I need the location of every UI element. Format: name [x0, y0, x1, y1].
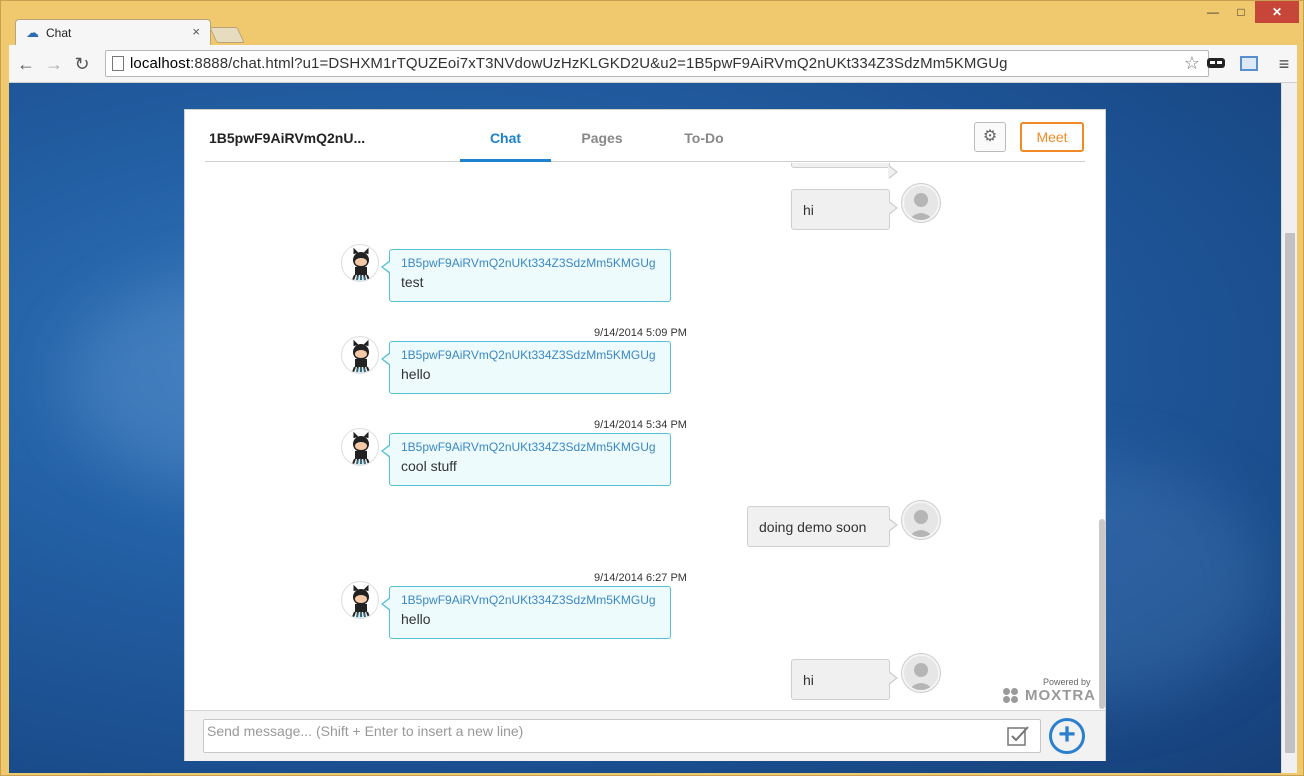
menu-icon[interactable]: ≡ [1273, 54, 1295, 74]
sender-name[interactable]: 1B5pwF9AiRVmQ2nUKt334Z3SdzMm5KMGUg [401, 256, 656, 270]
message-list[interactable]: hi 1B5pwF9AiRVmQ2nUKt334Z3SdzMm5KMGUg te… [185, 163, 1107, 709]
window-controls: — □ ✕ [1199, 1, 1299, 23]
chat-panel: 1B5pwF9AiRVmQ2nU... Chat Pages To-Do ⚙ M… [184, 109, 1106, 761]
message-bubble-in: 1B5pwF9AiRVmQ2nUKt334Z3SdzMm5KMGUg test [381, 249, 671, 302]
url-text[interactable]: localhost:8888/chat.html?u1=DSHXM1rTQUZE… [130, 55, 1008, 72]
message-text: hi [803, 202, 814, 218]
tab-strip: ☁ Chat × — □ ✕ [1, 1, 1304, 46]
octocat-avatar [341, 336, 379, 374]
reload-icon[interactable]: ↻ [71, 53, 93, 75]
message-bubble-out: hi [791, 659, 898, 700]
chat-header: 1B5pwF9AiRVmQ2nU... Chat Pages To-Do ⚙ M… [205, 110, 1085, 162]
todo-checkbox-icon[interactable] [1006, 725, 1030, 747]
message-bubble-out: doing demo soon [747, 506, 898, 547]
window-extension-icon[interactable] [1239, 54, 1261, 74]
message-timestamp: 9/14/2014 5:34 PM [594, 419, 687, 431]
octocat-avatar [341, 428, 379, 466]
message-timestamp: 9/14/2014 5:09 PM [594, 327, 687, 339]
page-scrollbar[interactable] [1281, 83, 1297, 773]
octocat-avatar [341, 244, 379, 282]
page-scrollbar-thumb[interactable] [1285, 233, 1295, 753]
message-text: hi [803, 672, 814, 688]
message-bubble-in: 1B5pwF9AiRVmQ2nUKt334Z3SdzMm5KMGUg hello [381, 341, 671, 394]
message-composer: Send message... (Shift + Enter to insert… [185, 710, 1105, 761]
maximize-button[interactable]: □ [1227, 1, 1255, 23]
message-bubble-partial [791, 163, 898, 179]
user-avatar [902, 501, 940, 539]
browser-toolbar: ← → ↻ localhost:8888/chat.html?u1=DSHXM1… [9, 45, 1297, 83]
incognito-extension-icon[interactable] [1205, 54, 1227, 74]
minimize-button[interactable]: — [1199, 1, 1227, 23]
meet-button[interactable]: Meet [1020, 122, 1084, 152]
tab-title: Chat [46, 26, 72, 40]
message-input[interactable]: Send message... (Shift + Enter to insert… [203, 719, 1041, 753]
tab-pages[interactable]: Pages [565, 130, 639, 162]
close-window-button[interactable]: ✕ [1255, 1, 1299, 23]
message-input-placeholder: Send message... (Shift + Enter to insert… [207, 723, 524, 739]
add-attachment-button[interactable]: + [1049, 718, 1085, 754]
address-bar[interactable]: localhost:8888/chat.html?u1=DSHXM1rTQUZE… [105, 50, 1209, 77]
chat-favicon-icon: ☁ [26, 25, 39, 40]
tab-close-icon[interactable]: × [192, 24, 200, 39]
tab-chat[interactable]: Chat [460, 130, 551, 162]
user-settings-icon: ⚙ [982, 128, 998, 145]
forward-arrow-icon[interactable]: → [43, 53, 65, 75]
page-icon [112, 56, 124, 71]
browser-window: ☁ Chat × — □ ✕ ← → ↻ localhost:8888/chat… [0, 0, 1304, 776]
sender-name[interactable]: 1B5pwF9AiRVmQ2nUKt334Z3SdzMm5KMGUg [401, 593, 656, 607]
message-text: doing demo soon [759, 519, 867, 535]
octocat-avatar [341, 581, 379, 619]
message-bubble-in: 1B5pwF9AiRVmQ2nUKt334Z3SdzMm5KMGUg hello [381, 586, 671, 639]
back-arrow-icon[interactable]: ← [15, 53, 37, 75]
brand-name: MOXTRA [1025, 687, 1096, 704]
bookmark-star-icon[interactable]: ☆ [1184, 53, 1200, 74]
page-viewport: 1B5pwF9AiRVmQ2nU... Chat Pages To-Do ⚙ M… [9, 83, 1297, 773]
peer-name: 1B5pwF9AiRVmQ2nU... [209, 130, 366, 146]
message-text: cool stuff [401, 458, 457, 474]
user-avatar [902, 184, 940, 222]
powered-by-label: Powered by [1043, 677, 1091, 687]
message-text: test [401, 274, 424, 290]
moxtra-logo-icon [1003, 688, 1019, 704]
message-scrollbar[interactable] [1097, 163, 1107, 709]
message-bubble-out: hi [791, 189, 898, 230]
tab-todo[interactable]: To-Do [669, 130, 739, 162]
message-bubble-in: 1B5pwF9AiRVmQ2nUKt334Z3SdzMm5KMGUg cool … [381, 433, 671, 486]
user-settings-button[interactable]: ⚙ [974, 122, 1006, 152]
message-text: hello [401, 366, 431, 382]
message-timestamp: 9/14/2014 6:27 PM [594, 572, 687, 584]
sender-name[interactable]: 1B5pwF9AiRVmQ2nUKt334Z3SdzMm5KMGUg [401, 440, 656, 454]
message-text: hello [401, 611, 431, 627]
user-avatar [902, 654, 940, 692]
sender-name[interactable]: 1B5pwF9AiRVmQ2nUKt334Z3SdzMm5KMGUg [401, 348, 656, 362]
new-tab-button[interactable] [209, 27, 245, 43]
browser-tab-chat[interactable]: ☁ Chat × [15, 19, 211, 46]
